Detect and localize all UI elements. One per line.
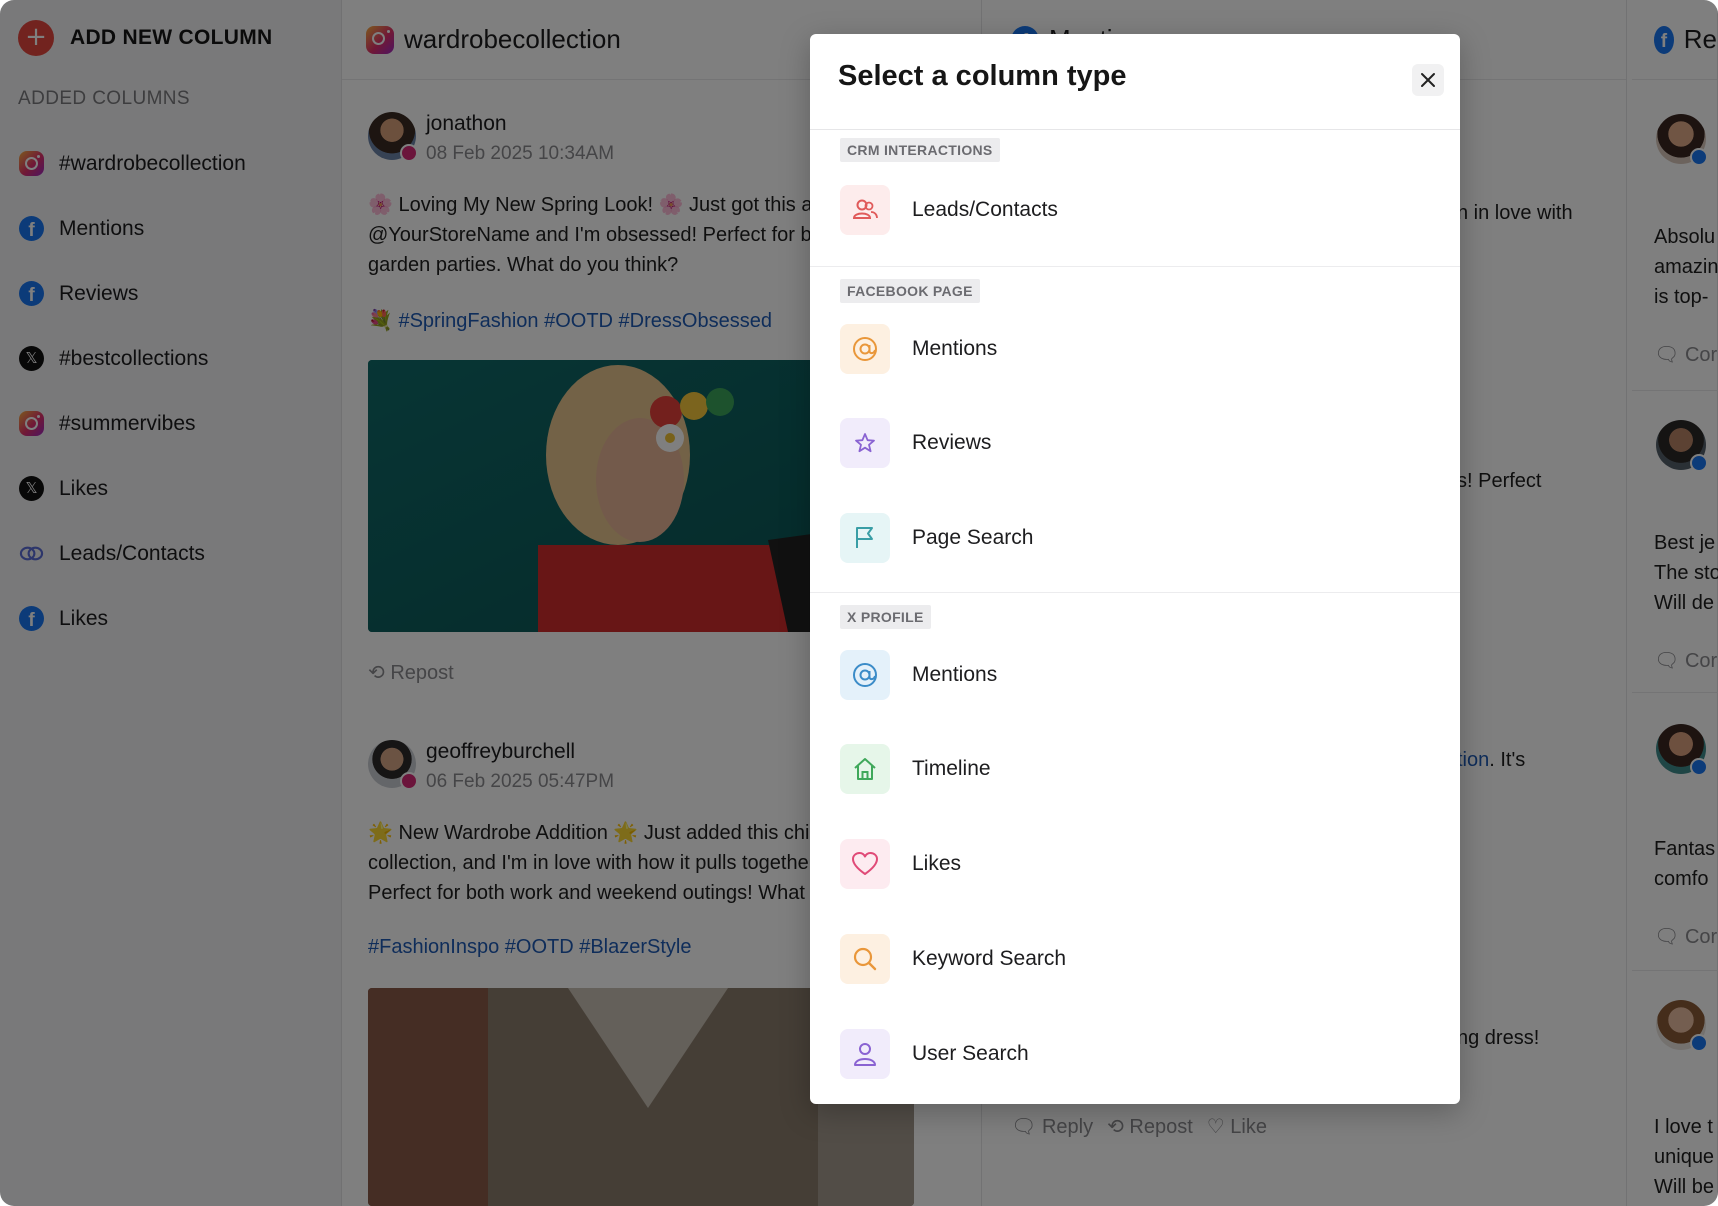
at-icon [840,650,890,700]
heart-icon [840,838,890,889]
option-keyword-search[interactable]: Keyword Search [810,911,1460,1006]
section-facebook-page: FACEBOOK PAGE Mentions Reviews Page Sear… [810,266,1460,592]
option-facebook-mentions[interactable]: Mentions [810,303,1460,395]
option-facebook-reviews[interactable]: Reviews [810,395,1460,490]
dialog-title: Select a column type [838,60,1127,92]
section-label: CRM INTERACTIONS [840,138,1000,162]
option-label: Likes [912,851,962,875]
option-label: Reviews [912,430,992,454]
dialog-header: Select a column type [810,34,1460,130]
option-label: User Search [912,1041,1029,1065]
option-label: Mentions [912,337,998,360]
user-icon [840,1028,890,1079]
option-timeline[interactable]: Timeline [810,721,1460,816]
option-page-search[interactable]: Page Search [810,490,1460,585]
option-label: Leads/Contacts [912,198,1058,221]
select-column-type-dialog: Select a column type CRM INTERACTIONS Le… [810,34,1460,1104]
close-icon [1421,73,1435,87]
option-x-mentions[interactable]: Mentions [810,629,1460,721]
section-label: X PROFILE [840,605,931,629]
contacts-icon [840,185,890,235]
star-icon [840,417,890,468]
option-label: Timeline [912,756,991,780]
at-icon [840,324,890,374]
app-frame: + ADD NEW COLUMN ADDED COLUMNS #wardrobe… [0,0,1718,1206]
option-leads-contacts[interactable]: Leads/Contacts [810,162,1460,258]
option-label: Page Search [912,525,1034,549]
close-button[interactable] [1412,64,1444,96]
flag-icon [840,512,890,563]
home-icon [840,743,890,794]
section-crm-interactions: CRM INTERACTIONS Leads/Contacts [810,130,1460,266]
option-label: Keyword Search [912,946,1067,970]
option-likes[interactable]: Likes [810,816,1460,911]
option-user-search[interactable]: User Search [810,1006,1460,1101]
section-x-profile: X PROFILE Mentions Timeline Likes Keywor… [810,592,1460,1102]
search-icon [840,933,890,984]
option-label: Mentions [912,663,998,686]
section-label: FACEBOOK PAGE [840,279,980,303]
